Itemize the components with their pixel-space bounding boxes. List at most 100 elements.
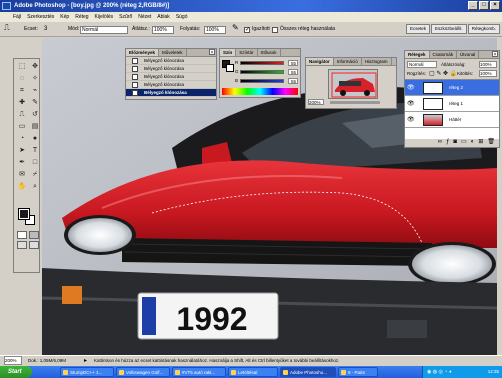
color-bg-swatch[interactable] [226,64,234,72]
history-panel-close-icon[interactable]: × [209,49,215,56]
menu-select[interactable]: Kijelölés [95,12,114,22]
history-item[interactable]: Bélyegző klónozása [126,81,216,89]
brush-tool-icon[interactable]: ✎ [29,97,41,108]
menu-edit[interactable]: Szerkesztés [27,12,54,22]
green-value[interactable]: 55 [288,69,298,75]
tab-channels[interactable]: Csatornák [430,51,458,58]
maximize-button[interactable]: □ [479,1,489,10]
adjustment-layer-icon[interactable]: ◐ [471,138,475,147]
task-paint[interactable]: 9 - Paint [338,367,378,377]
start-button[interactable]: Start [0,366,32,378]
tab-color[interactable]: Szín [220,49,237,56]
green-slider[interactable] [240,70,284,74]
gradient-tool-icon[interactable]: ▤ [29,121,41,132]
blue-slider[interactable] [240,79,284,83]
navigator-zoom-input[interactable]: 200% [308,99,324,105]
mode-select[interactable]: Normál [80,26,128,34]
clone-stamp-tool-icon[interactable]: ⎍ [4,24,10,32]
marquee-tool-icon[interactable]: ⬚ [16,61,28,72]
hand-tool-icon[interactable]: ✋ [16,181,28,192]
pen-tool-icon[interactable]: ✒ [16,157,28,168]
menu-window[interactable]: Ablak [157,12,170,22]
eye-icon[interactable]: 👁 [407,101,415,107]
history-item[interactable]: Bélyegző klónozása [126,73,216,81]
menu-file[interactable]: Fájl [13,12,21,22]
blur-tool-icon[interactable]: ◔ [16,133,28,144]
lasso-tool-icon[interactable]: ◌ [16,73,28,84]
opacity-input[interactable]: 100% [152,26,174,34]
tab-info[interactable]: Információ [334,58,362,65]
blend-mode-select[interactable]: Normál [407,61,437,68]
tab-histogram[interactable]: Hisztogram [362,58,392,65]
history-brush-tool-icon[interactable]: ↺ [29,109,41,120]
eye-icon[interactable]: 👁 [407,85,415,91]
task-letoltes[interactable]: LetöltésaÍ [228,367,278,377]
eraser-tool-icon[interactable]: ▭ [16,121,28,132]
color-swatches[interactable] [18,208,35,225]
tab-actions[interactable]: Műveletek [159,49,187,56]
standard-mode-icon[interactable] [17,231,27,239]
quick-mask-mode-icon[interactable] [29,231,39,239]
eye-icon[interactable]: 👁 [407,117,415,123]
new-group-icon[interactable]: ▭ [461,138,467,147]
status-arrow-icon[interactable]: ▸ [84,356,87,366]
status-zoom[interactable]: 200% [4,356,22,365]
link-layers-icon[interactable]: ∞ [438,138,442,147]
trash-icon[interactable]: 🗑 [487,138,495,147]
layer-row-reteg2[interactable]: 👁 réteg 2 [405,80,499,96]
new-layer-icon[interactable]: ⊞ [478,138,483,147]
layer-opacity-input[interactable]: 100% [479,61,497,68]
tab-tool-presets[interactable]: Eszközbeállít. [430,24,467,34]
history-item[interactable]: Bélyegző klónozása [126,65,216,73]
blue-value[interactable]: 55 [288,78,298,84]
layer-style-icon[interactable]: ƒ [446,138,449,147]
red-slider[interactable] [240,61,284,65]
layer-row-reteg1[interactable]: 👁 réteg 1 [405,96,499,112]
screen-mode-standard-icon[interactable] [17,241,27,249]
history-item-selected[interactable]: Bélyegző klónozása [126,89,216,97]
tab-swatches[interactable]: Színtár [236,49,258,56]
crop-tool-icon[interactable]: ⌗ [16,85,28,96]
history-item[interactable]: Bélyegző klónozása [126,57,216,65]
tab-paths[interactable]: Útvonal [457,51,480,58]
red-value[interactable]: 55 [288,60,298,66]
menu-view[interactable]: Nézet [138,12,151,22]
flow-input[interactable]: 100% [204,26,226,34]
tab-navigator[interactable]: Navigátor [306,58,334,65]
clone-stamp-tool-icon[interactable]: ⎍ [16,109,28,120]
layer-row-hatter[interactable]: 👁 Háttér [405,112,499,128]
color-spectrum-bar[interactable] [222,88,298,95]
tab-styles[interactable]: Stílusok [258,49,281,56]
menu-layer[interactable]: Réteg [75,12,88,22]
menu-filter[interactable]: Szűrő [119,12,132,22]
healing-brush-tool-icon[interactable]: ✚ [16,97,28,108]
layer-mask-icon[interactable]: ◙ [453,138,457,147]
path-selection-tool-icon[interactable]: ➤ [16,145,28,156]
brush-size-value[interactable]: 3 [44,26,47,33]
tray-icons[interactable]: ◉ ◍ ◎ ◔ ◕ [427,369,452,375]
foreground-color-swatch[interactable] [18,208,30,220]
tab-brushes[interactable]: Ecsetek [405,24,430,34]
slice-tool-icon[interactable]: ⌁ [29,85,41,96]
menu-image[interactable]: Kép [60,12,69,22]
airbrush-icon[interactable]: ✎ [232,24,239,32]
screen-mode-full-icon[interactable] [29,241,39,249]
lock-icons[interactable]: ▢ ✎ ✥ 🔒 [429,70,457,77]
tab-layers[interactable]: Rétegek [405,51,430,58]
menu-help[interactable]: Súgó [176,12,188,22]
layers-panel-close-icon[interactable]: × [492,51,498,58]
notes-tool-icon[interactable]: ✉ [16,169,28,180]
task-volkswagen[interactable]: Volkswagen Golf... [116,367,170,377]
fill-input[interactable]: 100% [479,70,497,77]
tab-layer-comps[interactable]: Rétegkomb. [467,24,500,34]
shape-tool-icon[interactable]: □ [29,157,41,168]
magic-wand-tool-icon[interactable]: ✧ [29,73,41,84]
zoom-tool-icon[interactable]: ⌕ [29,181,41,192]
type-tool-icon[interactable]: T [29,145,41,156]
aligned-checkbox[interactable] [244,26,250,33]
all-layers-checkbox[interactable] [272,27,278,33]
close-button[interactable]: × [490,1,500,10]
dodge-tool-icon[interactable]: ● [29,133,41,144]
navigator-thumbnail[interactable] [328,69,378,99]
task-photoshop[interactable]: Adobe Photosho... [280,367,336,377]
